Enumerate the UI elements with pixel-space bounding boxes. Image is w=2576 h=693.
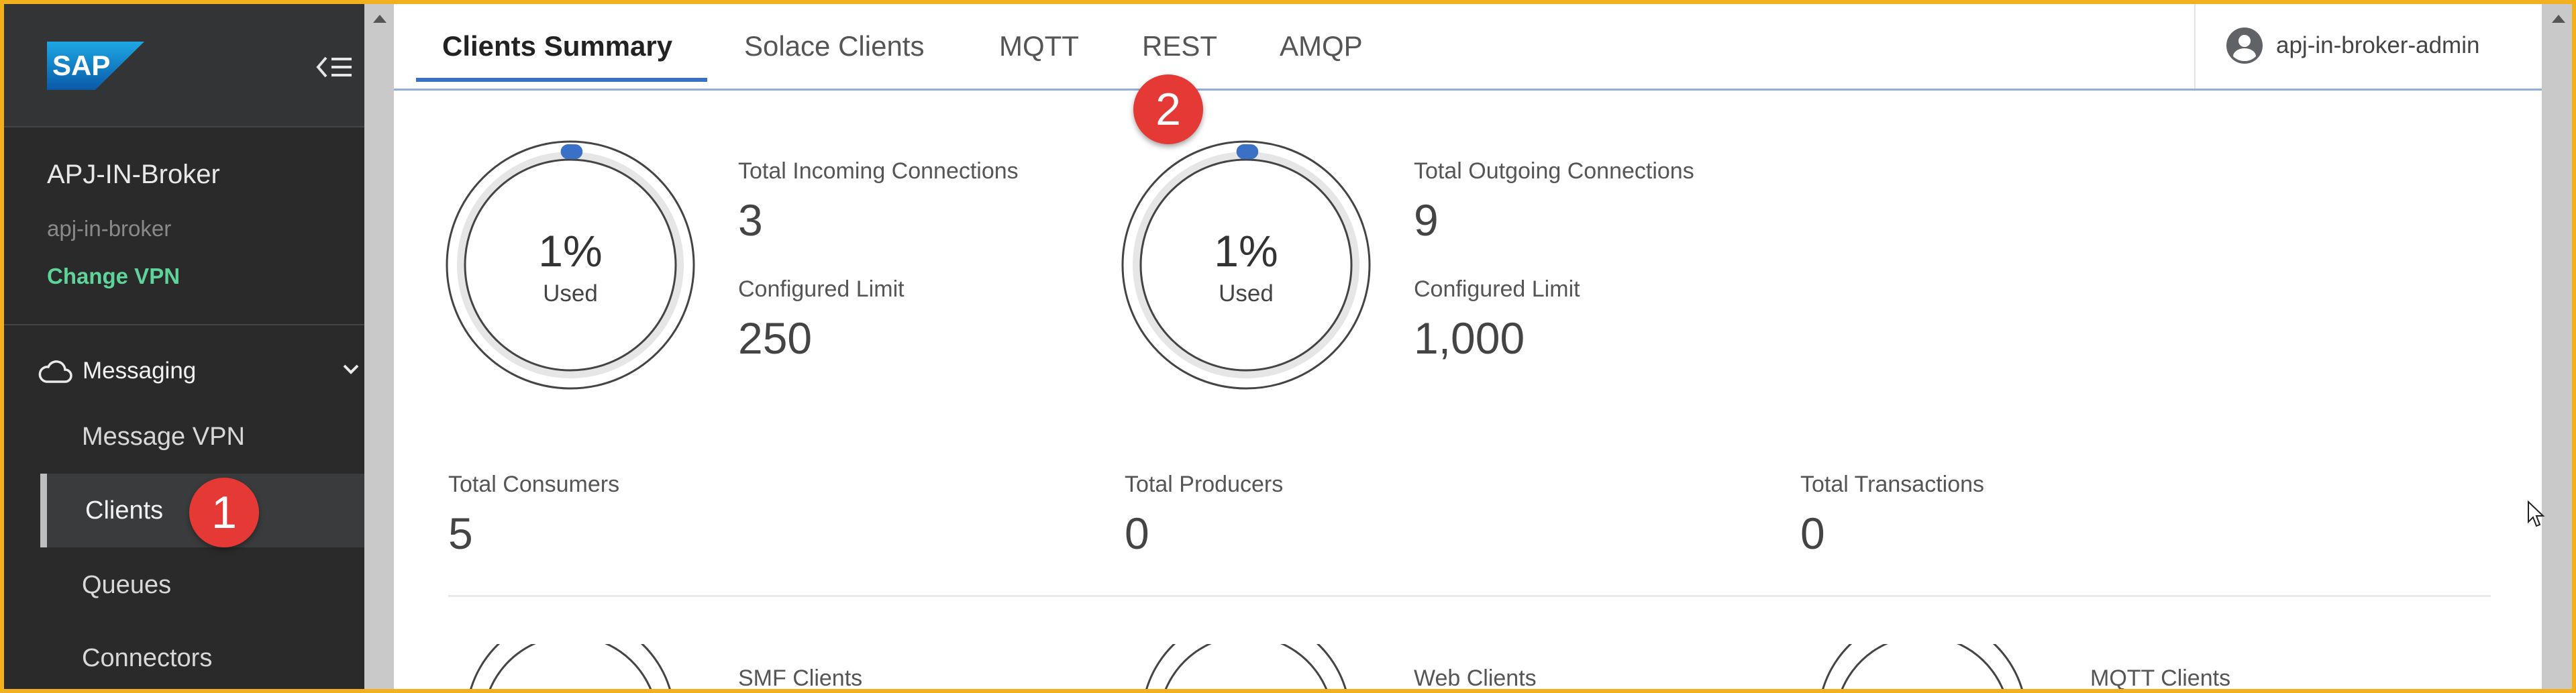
user-menu[interactable]: apj-in-broker-admin [2194, 0, 2543, 89]
incoming-limit-label: Configured Limit [738, 276, 905, 302]
sidebar-item-message-vpn[interactable]: Message VPN [82, 423, 245, 451]
broker-id: apj-in-broker [47, 216, 172, 241]
cloud-icon [38, 360, 72, 383]
change-vpn-link[interactable]: Change VPN [47, 264, 180, 289]
stat-consumers-value: 5 [448, 509, 473, 558]
broker-name: APJ-IN-Broker [47, 160, 220, 189]
scroll-up-arrow-icon[interactable] [373, 15, 387, 23]
web-clients-gauge [1144, 644, 1348, 693]
smf-clients-label: SMF Clients [738, 665, 863, 691]
scroll-up-arrow-icon[interactable] [2552, 15, 2565, 23]
outgoing-used-label: Used [1219, 280, 1274, 307]
account-circle-icon [2226, 28, 2263, 64]
outgoing-percent: 1% [1214, 226, 1278, 276]
tab-rest[interactable]: REST [1142, 30, 1217, 62]
user-name: apj-in-broker-admin [2276, 32, 2480, 58]
outgoing-limit-label: Configured Limit [1414, 276, 1580, 302]
stat-producers-label: Total Producers [1125, 472, 1284, 497]
mouse-cursor-icon [2528, 500, 2545, 527]
step-badge-1: 1 [189, 478, 259, 547]
sidebar: SAP APJ-IN-Broker apj-in-broker Change V… [0, 0, 364, 693]
sap-logo: SAP [47, 42, 144, 90]
mqtt-clients-label: MQTT Clients [2090, 665, 2231, 691]
step-badge-2: 2 [1133, 74, 1203, 144]
incoming-title: Total Incoming Connections [738, 158, 1019, 184]
incoming-limit-value: 250 [738, 313, 813, 363]
active-tab-indicator [416, 78, 707, 82]
stat-producers-value: 0 [1125, 509, 1149, 558]
sidebar-section-messaging[interactable]: Messaging [37, 352, 364, 390]
outgoing-title: Total Outgoing Connections [1414, 158, 1694, 184]
tab-bar: Clients Summary Solace Clients MQTT REST… [394, 0, 2542, 91]
sidebar-divider [0, 324, 364, 325]
outgoing-value: 9 [1414, 195, 1439, 245]
stat-consumers-label: Total Consumers [448, 472, 620, 497]
collapse-menu-icon[interactable] [314, 48, 354, 86]
stat-transactions-value: 0 [1800, 509, 1825, 558]
sidebar-item-queues[interactable]: Queues [82, 571, 171, 600]
tab-solace-clients[interactable]: Solace Clients [744, 30, 924, 62]
sidebar-section-label: Messaging [83, 358, 197, 384]
tab-clients-summary[interactable]: Clients Summary [442, 30, 672, 62]
sidebar-header: SAP [0, 0, 364, 127]
outgoing-limit-value: 1,000 [1414, 313, 1525, 363]
stat-transactions-label: Total Transactions [1800, 472, 1985, 497]
incoming-value: 3 [738, 195, 763, 245]
web-clients-label: Web Clients [1414, 665, 1537, 691]
tab-mqtt[interactable]: MQTT [999, 30, 1079, 62]
chevron-down-icon [343, 364, 359, 374]
sidebar-item-clients[interactable]: Clients [85, 496, 163, 525]
mqtt-clients-gauge [1820, 644, 2024, 693]
incoming-percent: 1% [538, 226, 603, 276]
section-divider [448, 595, 2491, 597]
sap-logo-text: SAP [52, 50, 110, 81]
right-scrollbar[interactable] [2542, 0, 2576, 693]
tab-amqp[interactable]: AMQP [1280, 30, 1363, 62]
smf-clients-gauge [468, 644, 672, 693]
left-scrollbar[interactable] [364, 0, 394, 693]
sidebar-item-connectors[interactable]: Connectors [82, 644, 212, 673]
incoming-used-label: Used [543, 280, 598, 307]
